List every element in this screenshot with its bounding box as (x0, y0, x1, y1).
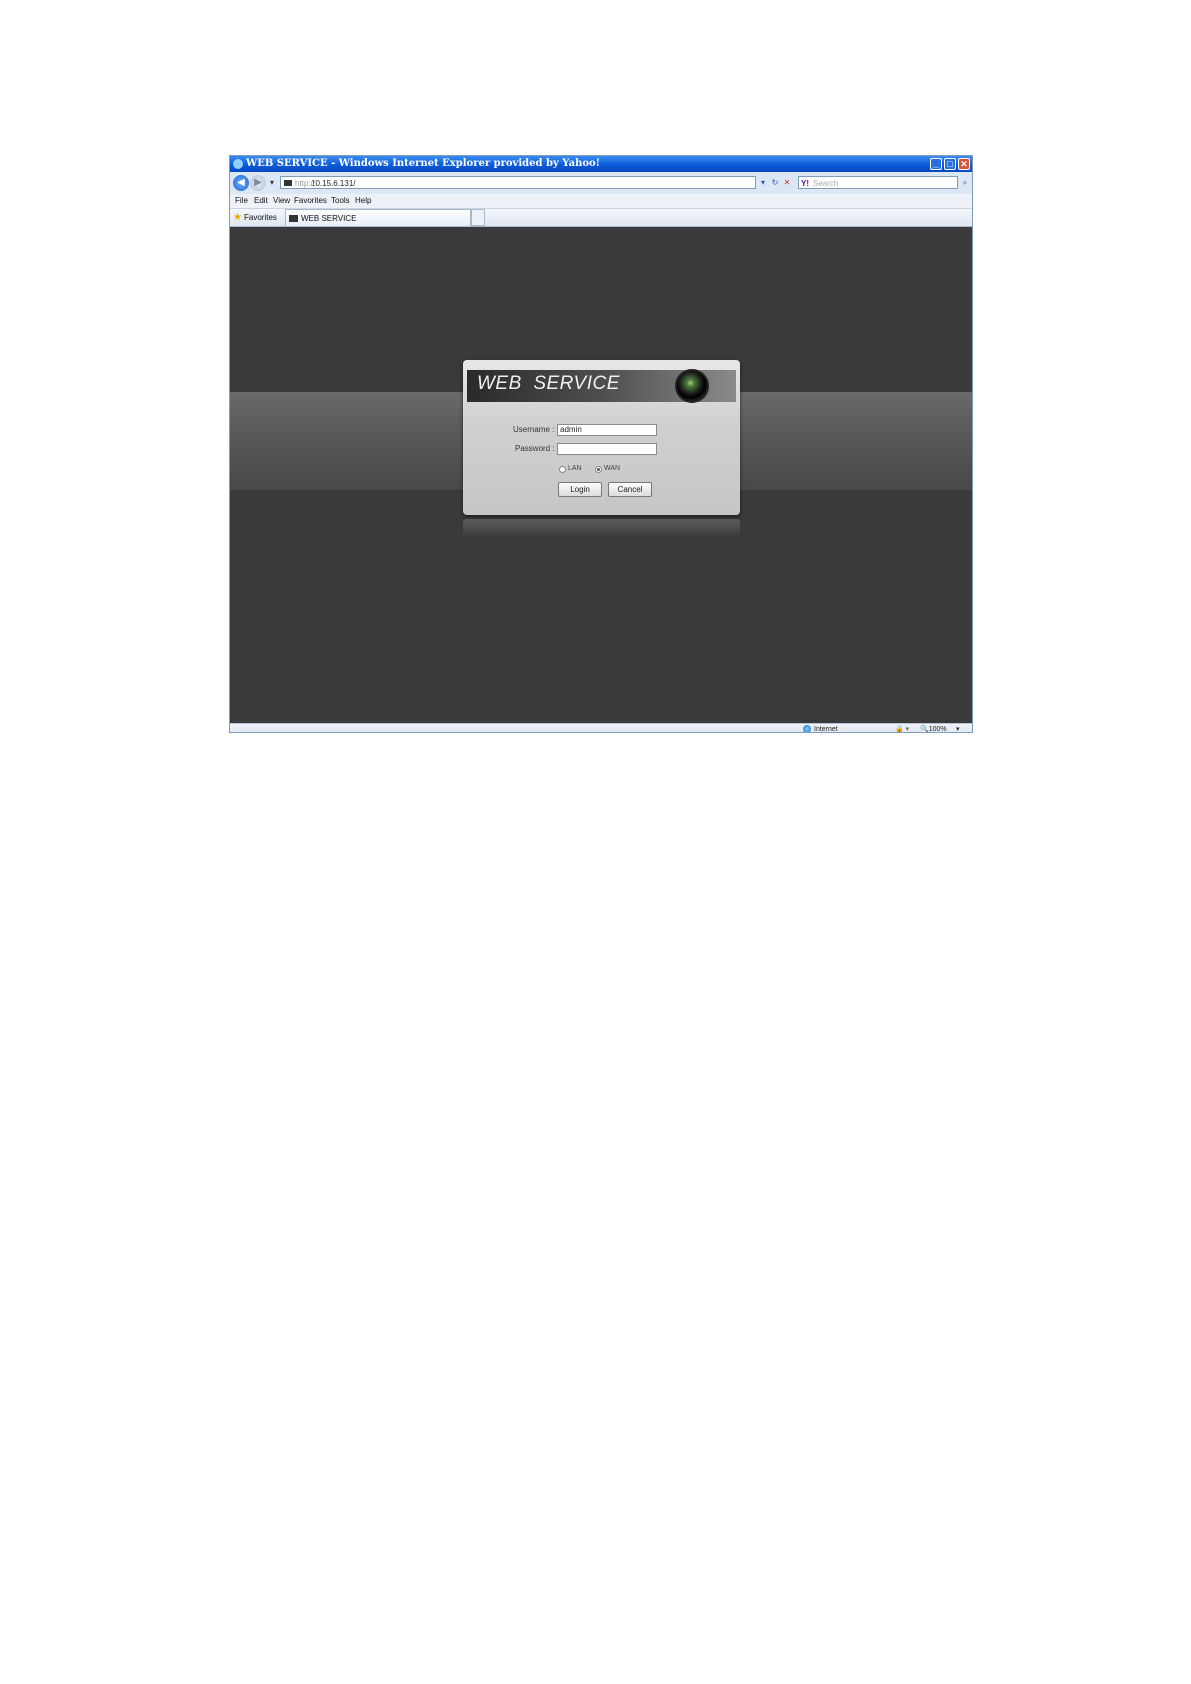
address-dropdown-icon[interactable]: ▾ (758, 177, 768, 188)
page-content: WEB SERVICE Username : admin Password : … (230, 227, 972, 723)
favorites-bar: ★ Favorites WEB SERVICE (230, 209, 972, 227)
search-placeholder: Search (813, 179, 839, 188)
search-icon[interactable]: ⌕ (960, 177, 970, 188)
login-button[interactable]: Login (558, 482, 602, 497)
back-button[interactable]: ◀ (233, 175, 249, 191)
login-dialog: WEB SERVICE Username : admin Password : … (463, 360, 740, 515)
close-button[interactable]: ✕ (958, 158, 970, 170)
refresh-icon[interactable]: ↻ (770, 177, 780, 188)
url-scheme: http:// (295, 179, 316, 188)
password-input[interactable] (557, 443, 657, 455)
menu-view[interactable]: View (273, 194, 290, 208)
status-bar: Internet 🔒 ▾ 🔍100% ▾ (230, 723, 972, 733)
cancel-button[interactable]: Cancel (608, 482, 652, 497)
lan-label: LAN (568, 465, 582, 472)
zoom-dropdown-icon[interactable]: ▾ (956, 724, 960, 732)
page-icon (284, 180, 292, 186)
ie-icon (233, 159, 243, 169)
search-input[interactable]: Y! Search (798, 176, 958, 189)
wan-label: WAN (604, 465, 621, 472)
menu-edit[interactable]: Edit (254, 194, 268, 208)
zoom-level-button[interactable]: 🔍100% (920, 724, 947, 732)
dialog-header: WEB SERVICE (467, 369, 736, 403)
menu-help[interactable]: Help (355, 194, 371, 208)
address-input[interactable]: http:// 10.15.6.131/ (280, 176, 756, 189)
security-zone: Internet (814, 726, 838, 733)
menu-tools[interactable]: Tools (331, 194, 350, 208)
camera-lens-icon (675, 369, 709, 403)
window-title: WEB SERVICE - Windows Internet Explorer … (246, 158, 601, 169)
dialog-title: WEB SERVICE (477, 373, 620, 394)
menu-bar: File Edit View Favorites Tools Help (230, 194, 972, 209)
globe-icon (803, 725, 811, 732)
favorites-button[interactable]: Favorites (244, 209, 277, 226)
wan-radio[interactable] (595, 466, 602, 473)
address-toolbar: ◀ ▶ ▾ http:// 10.15.6.131/ ▾ ↻ ✕ Y! Sear… (230, 172, 972, 194)
username-input[interactable]: admin (557, 424, 657, 436)
dialog-reflection (463, 519, 740, 537)
password-label: Password : (515, 444, 555, 453)
tab-web-service[interactable]: WEB SERVICE (285, 209, 471, 226)
minimize-button[interactable]: _ (930, 158, 942, 170)
favorites-star-icon: ★ (233, 212, 242, 223)
menu-file[interactable]: File (235, 194, 248, 208)
lan-radio[interactable] (559, 466, 566, 473)
tab-page-icon (289, 215, 298, 222)
browser-window: WEB SERVICE - Windows Internet Explorer … (229, 155, 973, 733)
new-tab-button[interactable] (471, 209, 485, 226)
protected-mode-button[interactable]: 🔒 ▾ (895, 724, 909, 732)
tab-title: WEB SERVICE (301, 214, 357, 223)
maximize-button[interactable]: □ (944, 158, 956, 170)
yahoo-logo-icon: Y! (801, 179, 809, 188)
username-label: Username : (513, 425, 555, 434)
url-text: 10.15.6.131/ (311, 179, 356, 188)
forward-button[interactable]: ▶ (250, 175, 266, 191)
history-dropdown-icon[interactable]: ▾ (267, 177, 277, 188)
title-bar: WEB SERVICE - Windows Internet Explorer … (230, 156, 972, 172)
stop-icon[interactable]: ✕ (782, 177, 792, 188)
menu-favorites[interactable]: Favorites (294, 194, 327, 208)
